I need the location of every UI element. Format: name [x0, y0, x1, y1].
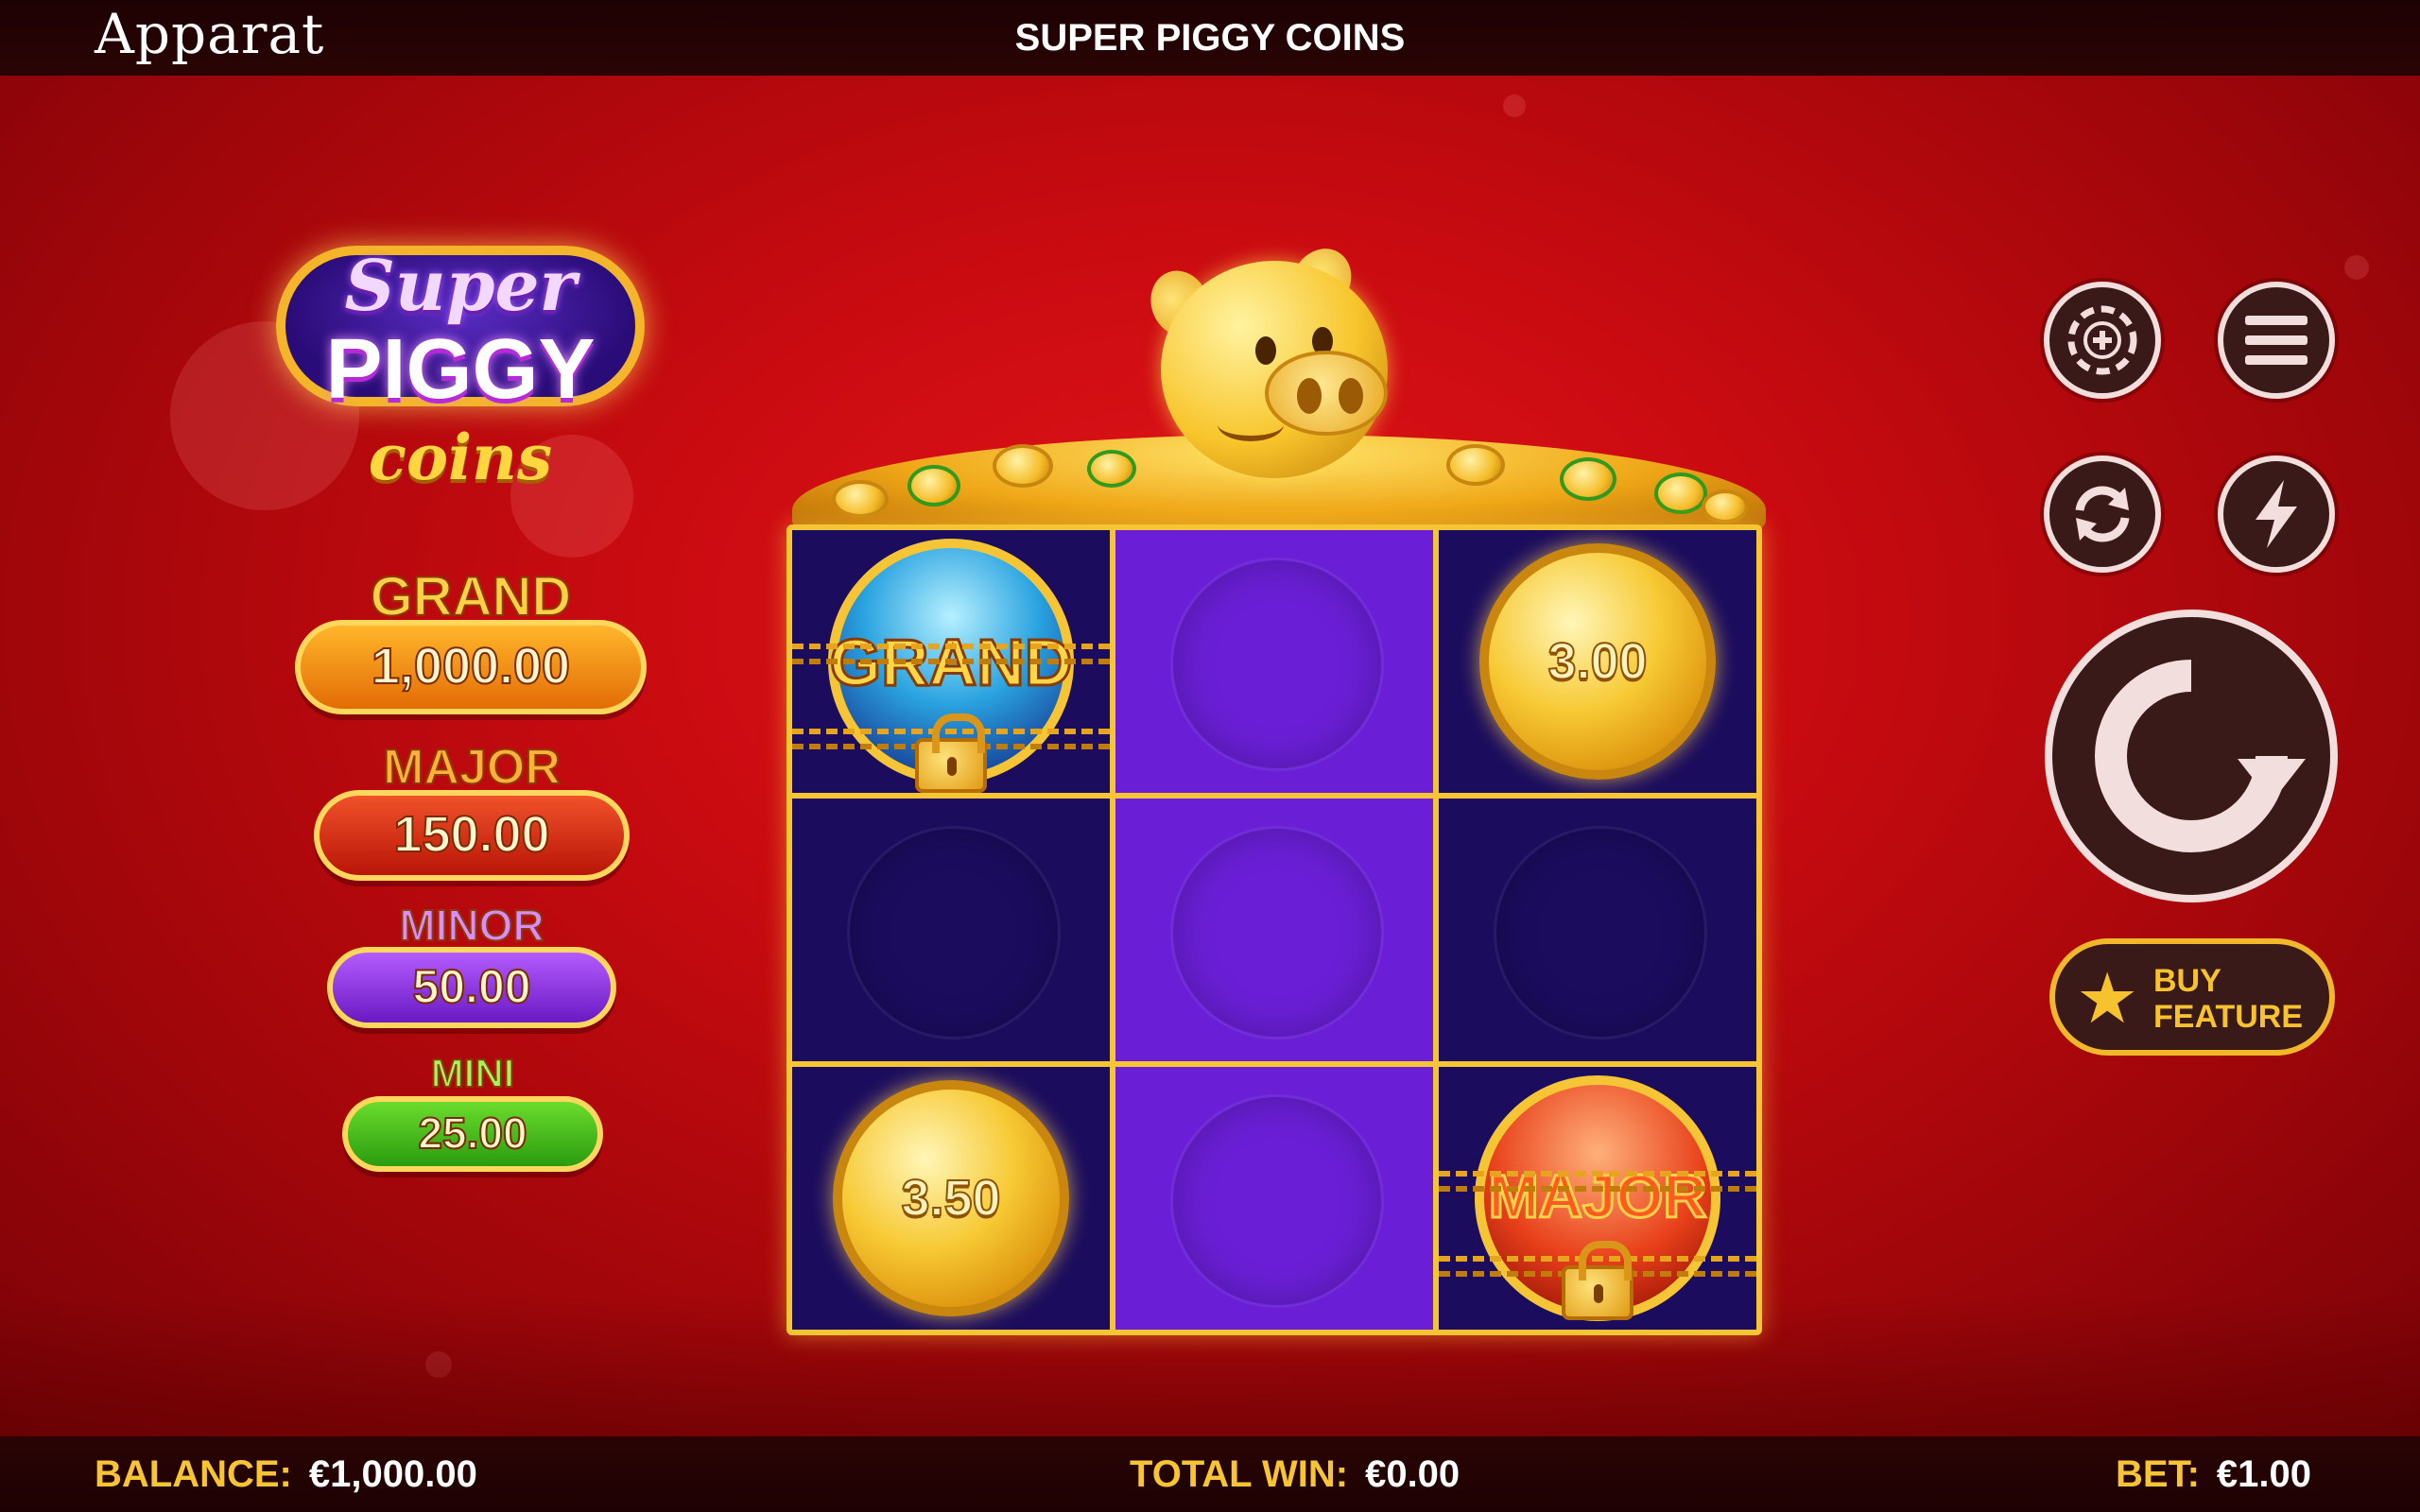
reel-grid: GRAND 3.00 3.50 MAJOR	[786, 524, 1762, 1335]
top-bar: Apparat SUPER PIGGY COINS	[0, 0, 2420, 76]
autoplay-button[interactable]	[2044, 455, 2161, 573]
bet-value: €1.00	[2216, 1453, 2311, 1495]
total-win-display: TOTAL WIN: €0.00	[1130, 1453, 1460, 1496]
padlock-icon	[1562, 1241, 1634, 1320]
grid-cell	[792, 799, 1110, 1061]
jackpot-minor: MINOR 50.00	[327, 900, 616, 1032]
pig-smile	[1218, 407, 1284, 441]
grid-cell	[1115, 799, 1433, 1061]
grid-cell: MAJOR	[1439, 1067, 1756, 1330]
coin-value: 3.50	[900, 1169, 1001, 1228]
lightning-icon	[2256, 480, 2297, 548]
pile-coin	[908, 465, 960, 507]
autoplay-icon	[2075, 486, 2130, 542]
pig-nostril	[1297, 378, 1322, 414]
poker-chip-icon	[2067, 305, 2137, 375]
buy-feature-line-2: FEATURE	[2153, 999, 2304, 1035]
grid-cell: 3.50	[792, 1067, 1110, 1330]
turbo-button[interactable]	[2218, 455, 2335, 573]
pile-coin	[1702, 490, 1749, 524]
grid-cell: 3.00	[1439, 530, 1756, 793]
pig-nostril	[1339, 378, 1363, 414]
pile-coin	[1087, 450, 1136, 488]
coin-value: 3.00	[1547, 632, 1648, 691]
star-icon: ★	[2076, 958, 2139, 1040]
pile-coin	[1560, 457, 1616, 501]
grid-cell: GRAND	[792, 530, 1110, 793]
bet-label: BET:	[2116, 1453, 2200, 1495]
grid-cell	[1115, 1067, 1433, 1330]
chain-icon	[792, 644, 1110, 664]
total-win-label: TOTAL WIN:	[1130, 1453, 1349, 1495]
jackpot-grand: GRAND 1,000.00	[295, 565, 647, 716]
buy-feature-line-1: BUY	[2153, 963, 2221, 999]
jackpot-minor-value: 50.00	[327, 947, 616, 1028]
coin-symbol: 3.50	[833, 1080, 1069, 1316]
balance-label: BALANCE:	[95, 1453, 292, 1495]
pile-coin	[832, 480, 889, 518]
spin-button[interactable]	[2045, 610, 2338, 902]
pile-coin	[993, 444, 1053, 488]
pile-coin	[1654, 472, 1707, 514]
background-glow	[2344, 255, 2369, 280]
bet-settings-button[interactable]	[2044, 282, 2161, 399]
logo-super: Super	[344, 246, 577, 327]
jackpot-mini: MINI 25.00	[342, 1050, 603, 1176]
jackpot-grand-value: 1,000.00	[295, 620, 647, 714]
pig-eye	[1255, 336, 1276, 365]
bet-display[interactable]: BET: €1.00	[2116, 1453, 2311, 1496]
logo-piggy: PIGGY	[325, 322, 596, 417]
game-logo: Super PIGGY coins	[276, 180, 645, 494]
jackpot-mini-value: 25.00	[342, 1096, 603, 1172]
balance-display: BALANCE: €1,000.00	[95, 1453, 477, 1496]
grid-cell	[1115, 530, 1433, 793]
jackpot-major-value: 150.00	[314, 790, 630, 881]
pile-coin	[1446, 444, 1505, 486]
jackpot-major-label: MAJOR	[382, 739, 562, 796]
piggy-bank-mascot	[1141, 237, 1407, 478]
jackpot-grand-label: GRAND	[370, 565, 573, 628]
game-title: SUPER PIGGY COINS	[1014, 17, 1406, 59]
menu-button[interactable]	[2218, 282, 2335, 399]
buy-feature-label: BUY FEATURE	[2153, 963, 2324, 1035]
balance-value: €1,000.00	[308, 1453, 477, 1495]
jackpot-major: MAJOR 150.00	[314, 739, 630, 881]
spin-arrow-icon	[2095, 660, 2306, 852]
grid-cell	[1439, 799, 1756, 1061]
bottom-bar: BALANCE: €1,000.00 TOTAL WIN: €0.00 BET: €1…	[0, 1436, 2420, 1512]
total-win-value: €0.00	[1365, 1453, 1461, 1495]
background-glow	[1503, 94, 1526, 117]
jackpot-minor-label: MINOR	[398, 900, 544, 951]
buy-feature-button[interactable]: ★ BUY FEATURE	[2049, 938, 2335, 1056]
padlock-icon	[915, 713, 987, 793]
chain-icon	[1439, 1171, 1756, 1192]
coin-symbol: 3.00	[1479, 543, 1716, 780]
hamburger-menu-icon	[2245, 316, 2308, 365]
jackpot-mini-label: MINI	[430, 1050, 516, 1096]
logo-coins: coins	[368, 421, 553, 494]
